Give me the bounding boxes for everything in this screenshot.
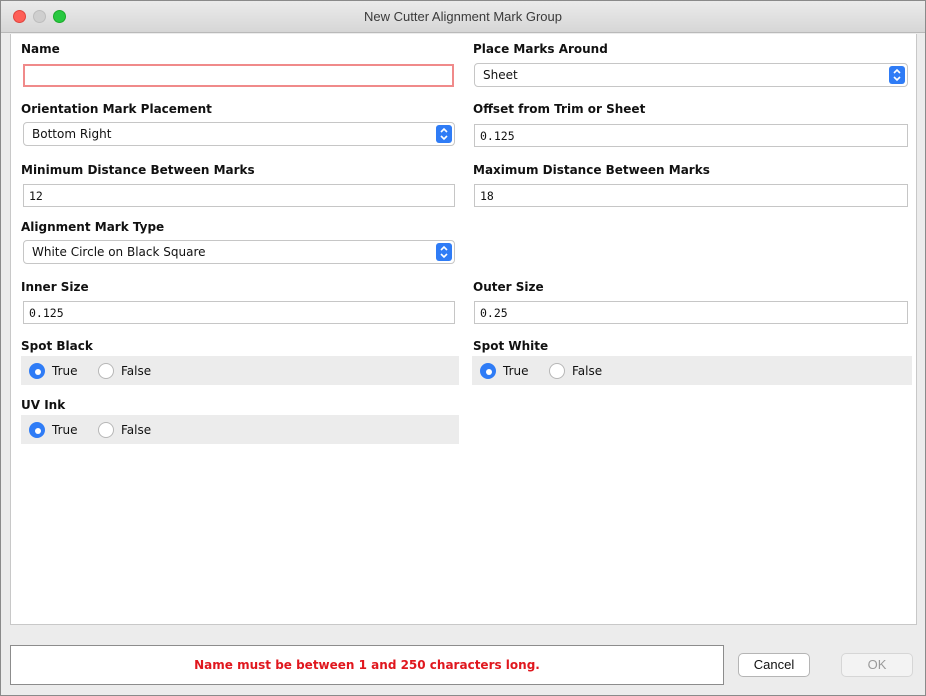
spot-black-true-radio[interactable]: True — [29, 363, 78, 379]
place-marks-around-label: Place Marks Around — [473, 42, 608, 56]
outer-size-label: Outer Size — [473, 280, 544, 294]
uv-ink-false-radio[interactable]: False — [98, 422, 151, 438]
uv-ink-radio-group: True False — [21, 415, 459, 444]
uv-ink-true-radio[interactable]: True — [29, 422, 78, 438]
validation-message-box: Name must be between 1 and 250 character… — [10, 645, 724, 685]
orientation-mark-placement-select[interactable]: Bottom Right — [23, 122, 455, 146]
orientation-mark-placement-label: Orientation Mark Placement — [21, 102, 212, 116]
inner-size-label: Inner Size — [21, 280, 89, 294]
updown-chevrons-icon — [889, 66, 905, 84]
outer-size-field[interactable]: 0.25 — [474, 301, 908, 324]
max-distance-label: Maximum Distance Between Marks — [473, 163, 710, 177]
dialog-window: New Cutter Alignment Mark Group Name Ori… — [0, 0, 926, 696]
radio-selected-icon — [29, 422, 45, 438]
updown-chevrons-icon — [436, 243, 452, 261]
radio-unselected-icon — [98, 422, 114, 438]
form-panel: Name Orientation Mark Placement Bottom R… — [10, 34, 917, 625]
cancel-button[interactable]: Cancel — [738, 653, 810, 677]
orientation-mark-placement-value: Bottom Right — [32, 127, 112, 141]
spot-black-false-label: False — [121, 364, 152, 378]
spot-white-radio-group: True False — [472, 356, 912, 385]
spot-white-true-label: True — [503, 364, 529, 378]
spot-white-label: Spot White — [473, 339, 549, 353]
spot-white-false-radio[interactable]: False — [549, 363, 602, 379]
ok-button[interactable]: OK — [841, 653, 913, 677]
name-label: Name — [21, 42, 60, 56]
uv-ink-false-label: False — [121, 423, 152, 437]
spot-white-false-label: False — [572, 364, 603, 378]
uv-ink-true-label: True — [52, 423, 78, 437]
radio-selected-icon — [29, 363, 45, 379]
radio-selected-icon — [480, 363, 496, 379]
spot-black-true-label: True — [52, 364, 78, 378]
spot-white-true-radio[interactable]: True — [480, 363, 529, 379]
radio-unselected-icon — [98, 363, 114, 379]
alignment-mark-type-select[interactable]: White Circle on Black Square — [23, 240, 455, 264]
validation-message: Name must be between 1 and 250 character… — [194, 658, 540, 672]
spot-black-radio-group: True False — [21, 356, 459, 385]
updown-chevrons-icon — [436, 125, 452, 143]
min-distance-label: Minimum Distance Between Marks — [21, 163, 255, 177]
alignment-mark-type-value: White Circle on Black Square — [32, 245, 206, 259]
place-marks-around-select[interactable]: Sheet — [474, 63, 908, 87]
offset-label: Offset from Trim or Sheet — [473, 102, 646, 116]
radio-unselected-icon — [549, 363, 565, 379]
name-field[interactable] — [23, 64, 454, 87]
alignment-mark-type-label: Alignment Mark Type — [21, 220, 165, 234]
offset-field[interactable]: 0.125 — [474, 124, 908, 147]
spot-black-label: Spot Black — [21, 339, 93, 353]
spot-black-false-radio[interactable]: False — [98, 363, 151, 379]
max-distance-field[interactable]: 18 — [474, 184, 908, 207]
title-bar[interactable]: New Cutter Alignment Mark Group — [1, 1, 925, 33]
min-distance-field[interactable]: 12 — [23, 184, 455, 207]
window-title: New Cutter Alignment Mark Group — [364, 9, 562, 24]
inner-size-field[interactable]: 0.125 — [23, 301, 455, 324]
place-marks-around-value: Sheet — [483, 68, 518, 82]
uv-ink-label: UV Ink — [21, 398, 66, 412]
